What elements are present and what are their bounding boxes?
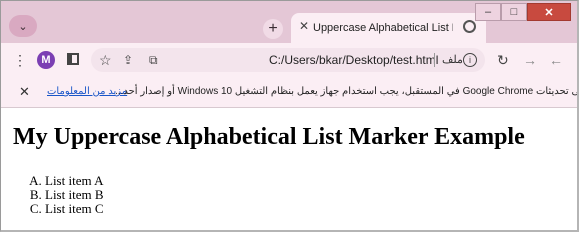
tab-active[interactable]: ✕ Uppercase Alphabetical List Mar [291, 13, 486, 43]
page-title: My Uppercase Alphabetical List Marker Ex… [13, 124, 525, 150]
close-icon[interactable]: ✕ [19, 84, 30, 100]
reload-icon[interactable]: ↻ [497, 52, 509, 68]
new-tab-button[interactable]: + [263, 19, 283, 39]
new-tab-icon: + [268, 20, 278, 37]
list-item: List item B [45, 188, 104, 202]
info-message: للحصول على تحديثات Google Chrome في المس… [115, 86, 579, 97]
maximize-icon[interactable]: □ [501, 3, 527, 21]
url-text[interactable]: C:/Users/bkar/Desktop/test.html [269, 53, 438, 67]
divider [434, 53, 435, 67]
minimize-icon[interactable]: – [475, 3, 501, 21]
forward-icon[interactable]: ← [549, 52, 563, 68]
page-content: My Uppercase Alphabetical List Marker Ex… [1, 108, 577, 230]
window-close-icon[interactable]: ✕ [527, 3, 571, 21]
title-bar: ⌄ + ✕ Uppercase Alphabetical List Mar – … [1, 1, 577, 43]
side-panel-icon[interactable] [67, 53, 79, 65]
extension-icon[interactable]: ⧉ [149, 52, 158, 68]
globe-icon [463, 20, 476, 33]
info-bar: ✕ مزيد من المعلومات للحصول على تحديثات G… [1, 77, 577, 108]
browser-window: ⌄ + ✕ Uppercase Alphabetical List Mar – … [0, 0, 579, 232]
info-icon[interactable]: i [463, 53, 477, 67]
list-item: List item A [45, 174, 104, 188]
address-bar[interactable]: ☆ ⇪ ⧉ C:/Users/bkar/Desktop/test.html مل… [91, 48, 485, 72]
site-info-label[interactable]: ملف [442, 53, 463, 66]
alpha-list: List item A List item B List item C [29, 174, 104, 216]
share-icon[interactable]: ⇪ [123, 52, 133, 68]
avatar[interactable]: M [37, 51, 55, 69]
close-icon[interactable]: ✕ [299, 19, 309, 33]
back-icon[interactable]: → [523, 52, 537, 68]
window-controls: – □ ✕ [475, 3, 571, 21]
toolbar: ⋮ M ☆ ⇪ ⧉ C:/Users/bkar/Desktop/test.htm… [1, 43, 577, 77]
chevron-down-icon: ⌄ [18, 20, 28, 33]
star-icon[interactable]: ☆ [99, 52, 112, 68]
tab-search-button[interactable]: ⌄ [9, 15, 37, 37]
menu-icon[interactable]: ⋮ [13, 52, 27, 68]
tab-title: Uppercase Alphabetical List Mar [313, 22, 453, 34]
list-item: List item C [45, 202, 104, 216]
